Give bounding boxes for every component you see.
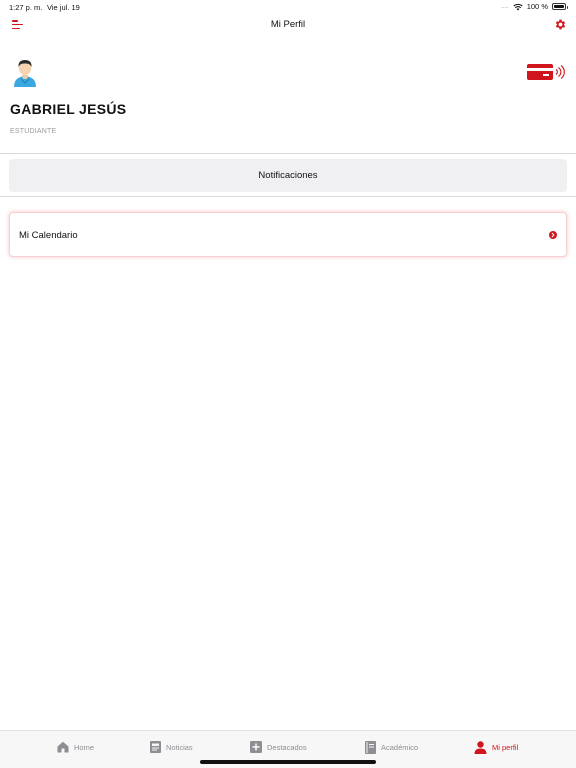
tab-profile[interactable]: Mi perfil bbox=[474, 739, 518, 755]
battery-icon bbox=[552, 3, 568, 10]
notifications-button[interactable]: Notificaciones bbox=[9, 159, 567, 192]
tab-featured[interactable]: Destacados bbox=[250, 739, 307, 755]
tab-label: Mi perfil bbox=[492, 742, 519, 752]
status-indicators: .... 100 % bbox=[500, 2, 568, 11]
tab-label: Noticias bbox=[166, 742, 193, 752]
contactless-card-icon[interactable] bbox=[527, 62, 567, 82]
page-title: Mi Perfil bbox=[270, 19, 306, 30]
home-indicator[interactable] bbox=[200, 760, 376, 764]
chevron-right-icon bbox=[549, 231, 557, 239]
tab-academic[interactable]: Académico bbox=[365, 739, 418, 755]
calendar-menu-item[interactable]: Mi Calendario bbox=[9, 212, 567, 257]
status-time: 1:27 p. m. bbox=[9, 3, 43, 12]
battery-percent: 100 % bbox=[526, 2, 548, 11]
tab-home[interactable]: Home bbox=[57, 739, 94, 755]
tab-label: Académico bbox=[381, 742, 419, 752]
status-bar: 1:27 p. m. Vie jul. 19 .... 100 % bbox=[0, 0, 576, 14]
signal-dots: .... bbox=[500, 3, 509, 10]
news-icon bbox=[150, 741, 161, 753]
book-icon bbox=[365, 740, 376, 754]
profile-role: ESTUDIANTE bbox=[10, 128, 57, 135]
user-avatar-icon bbox=[14, 60, 36, 87]
plus-square-icon bbox=[250, 741, 262, 753]
tab-label: Home bbox=[74, 742, 95, 752]
calendar-menu-label: Mi Calendario bbox=[19, 230, 78, 241]
user-icon bbox=[474, 740, 487, 754]
status-date: Vie jul. 19 bbox=[47, 3, 80, 12]
wifi-icon bbox=[513, 3, 523, 10]
divider bbox=[0, 196, 576, 197]
tab-label: Destacados bbox=[267, 742, 307, 752]
divider bbox=[0, 153, 576, 154]
nav-bar: Mi Perfil bbox=[0, 14, 576, 36]
profile-name: GABRIEL JESÚS bbox=[10, 101, 127, 117]
tab-news[interactable]: Noticias bbox=[150, 739, 193, 755]
home-icon bbox=[57, 741, 69, 753]
gear-icon[interactable] bbox=[554, 18, 567, 31]
